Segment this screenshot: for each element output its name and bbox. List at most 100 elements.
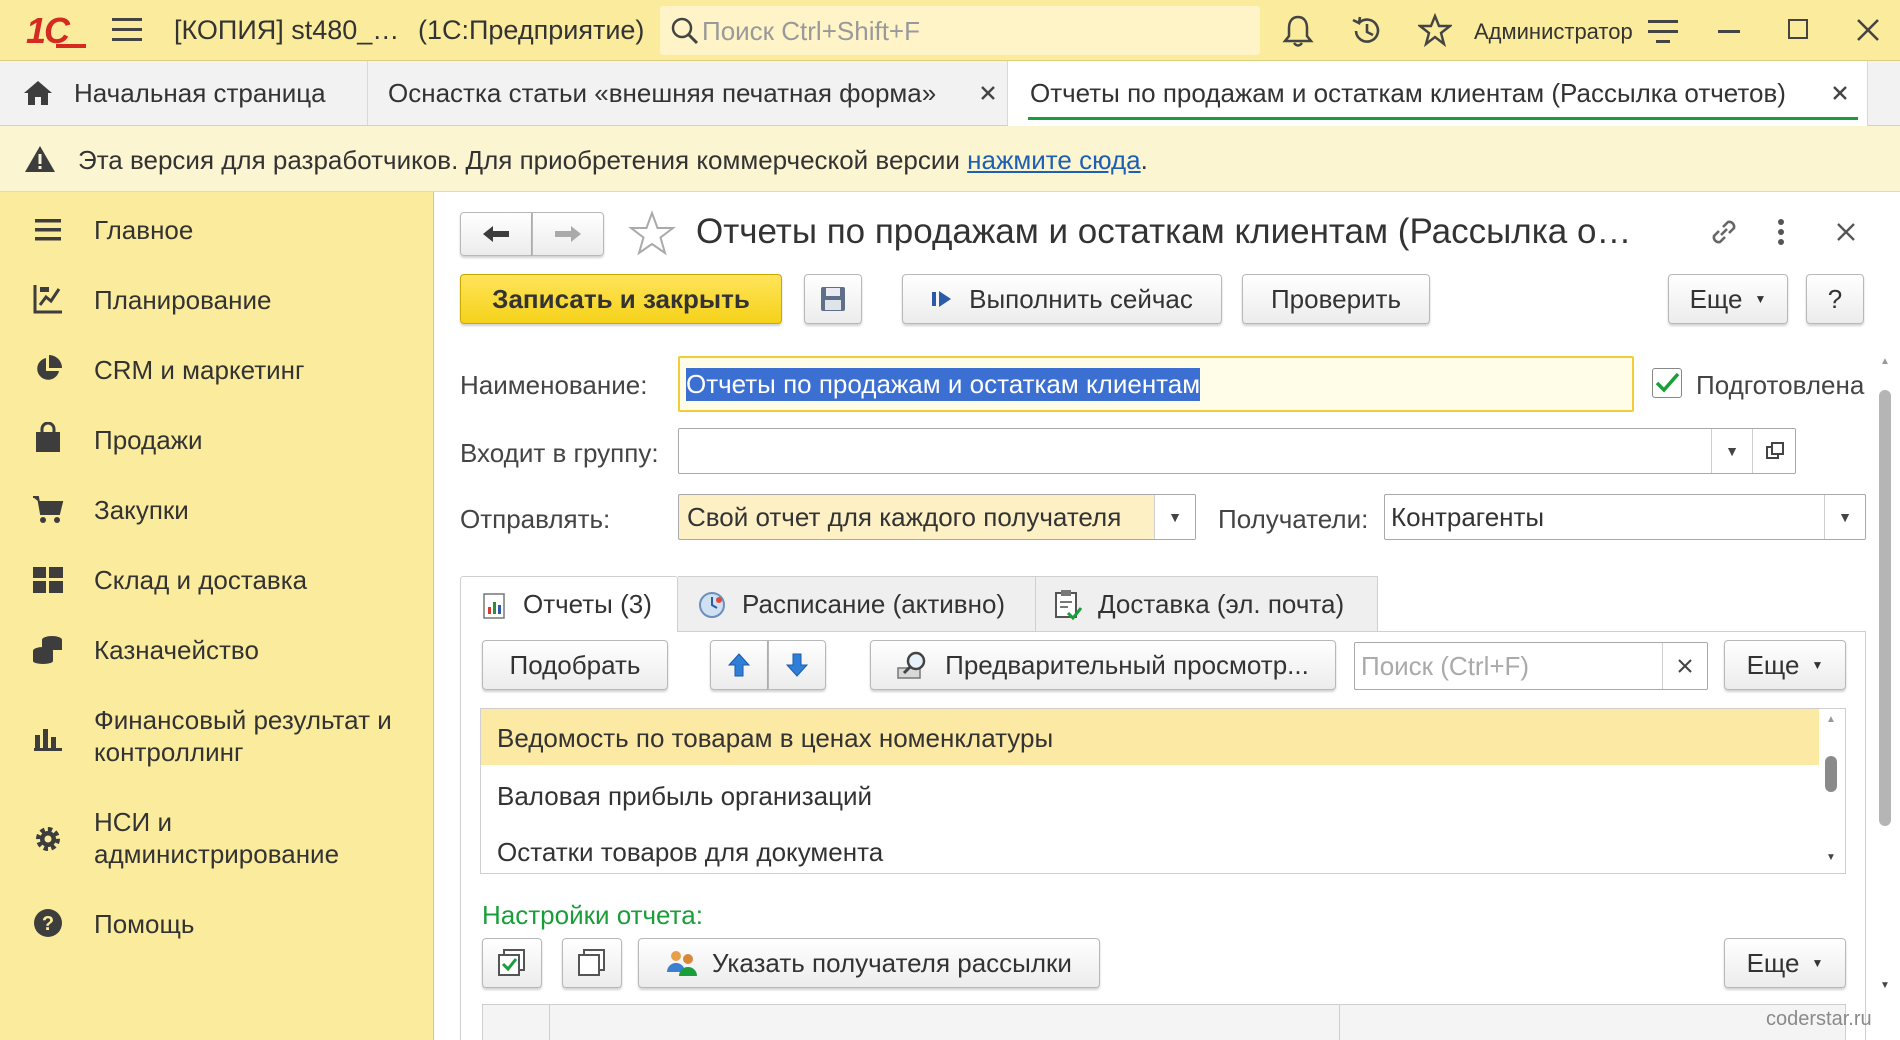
arrow-down-icon <box>786 653 808 677</box>
sidebar-item-treasury[interactable]: Казначейство <box>0 630 434 670</box>
settings-menu-icon[interactable] <box>1648 20 1678 46</box>
tab-home-label: Начальная страница <box>74 77 326 108</box>
sidebar-item-finance[interactable]: Финансовый результат и контроллинг <box>0 700 434 774</box>
sidebar-item-sales[interactable]: Продажи <box>0 420 434 460</box>
run-now-button[interactable]: Выполнить сейчас <box>902 274 1222 324</box>
name-input[interactable]: Отчеты по продажам и остаткам клиентам <box>678 356 1634 412</box>
sidebar-item-crm[interactable]: CRM и маркетинг <box>0 350 434 390</box>
tab-schedule-label: Расписание (активно) <box>742 589 1006 619</box>
menu-icon <box>30 210 66 251</box>
scroll-up-arrow-icon[interactable]: ▲ <box>1880 356 1890 367</box>
maximize-icon[interactable] <box>1788 19 1808 39</box>
tab-schedule[interactable]: Расписание (активно) <box>678 576 1036 632</box>
sidebar-item-admin[interactable]: НСИ и администрирование <box>0 802 434 876</box>
save-button[interactable] <box>804 274 862 324</box>
name-input-value: Отчеты по продажам и остаткам клиентам <box>686 367 1201 401</box>
scroll-thumb[interactable] <box>1879 390 1891 826</box>
scroll-thumb[interactable] <box>1825 756 1837 792</box>
prepared-label: Подготовлена <box>1696 370 1865 400</box>
scroll-down-arrow-icon[interactable]: ▼ <box>1826 852 1836 863</box>
back-button[interactable] <box>460 212 532 256</box>
banner-text-wrap: Эта версия для разработчиков. Для приобр… <box>78 145 1148 176</box>
global-search-input[interactable]: Поиск Ctrl+Shift+F <box>660 6 1260 55</box>
recipients-dropdown-button[interactable]: ▼ <box>1824 495 1865 539</box>
report-icon <box>483 593 505 619</box>
dropdown-arrow-icon: ▼ <box>1811 956 1824 970</box>
minimize-icon[interactable] <box>1718 30 1740 33</box>
title-bar: 1С [КОПИЯ] st480_… (1С:Предприятие) Поис… <box>0 0 1900 61</box>
scroll-up-arrow-icon[interactable]: ▲ <box>1826 714 1836 725</box>
bell-icon[interactable] <box>1282 14 1314 48</box>
settings-table-header <box>482 1004 1846 1040</box>
tab-article-tooling[interactable]: Оснастка статьи «внешняя печатная форма» <box>368 61 1008 125</box>
group-input[interactable]: ▼ <box>678 428 1796 474</box>
group-dropdown-button[interactable]: ▼ <box>1711 429 1753 473</box>
help-button[interactable]: ? <box>1806 274 1864 324</box>
send-label: Отправлять: <box>460 504 611 534</box>
tab-sales-reports[interactable]: Отчеты по продажам и остаткам клиентам (… <box>1008 61 1868 126</box>
reports-more-button[interactable]: Еще ▼ <box>1724 640 1846 690</box>
pick-button[interactable]: Подобрать <box>482 640 668 690</box>
planning-icon <box>30 279 66 322</box>
sidebar-item-help[interactable]: ? Помощь <box>0 904 434 944</box>
reports-search-input[interactable]: Поиск (Ctrl+F) <box>1354 642 1708 690</box>
sidebar-item-purchases[interactable]: Закупки <box>0 490 434 530</box>
preview-magnifier-icon <box>897 651 926 679</box>
prepared-checkbox[interactable] <box>1652 368 1682 398</box>
recipients-select[interactable]: Контрагенты ▼ <box>1384 494 1866 540</box>
hamburger-menu-icon[interactable] <box>112 18 142 42</box>
tab-reports[interactable]: Отчеты (3) <box>460 576 678 632</box>
list-item[interactable]: Валовая прибыль организаций <box>481 767 1819 823</box>
watermark: coderstar.ru <box>1766 1008 1872 1030</box>
form-scrollbar[interactable]: ▲ ▼ <box>1874 356 1896 1004</box>
sidebar-item-label: Помощь <box>94 909 195 939</box>
favorites-star-icon[interactable] <box>1418 13 1452 47</box>
favorite-star-icon[interactable] <box>628 210 676 258</box>
send-mode-dropdown-button[interactable]: ▼ <box>1154 495 1195 539</box>
close-form-icon[interactable] <box>1836 222 1856 242</box>
check-button[interactable]: Проверить <box>1242 274 1430 324</box>
close-tab-icon[interactable] <box>980 85 996 101</box>
tab-delivery[interactable]: Доставка (эл. почта) <box>1036 576 1378 632</box>
set-recipient-button[interactable]: Указать получателя рассылки <box>638 938 1100 988</box>
warehouse-icon <box>30 560 66 601</box>
report-name: Остатки товаров для документа <box>497 837 884 867</box>
close-window-icon[interactable] <box>1856 18 1880 42</box>
close-tab-icon[interactable] <box>1832 85 1848 101</box>
report-name: Валовая прибыль организаций <box>497 781 873 811</box>
group-label: Входит в группу: <box>460 438 659 468</box>
list-scrollbar[interactable]: ▲ ▼ <box>1820 712 1842 870</box>
move-up-button[interactable] <box>710 640 768 690</box>
home-icon <box>24 81 52 105</box>
list-item[interactable]: Остатки товаров для документа <box>481 825 1819 873</box>
list-item[interactable]: Ведомость по товарам в ценах номенклатур… <box>481 709 1819 765</box>
check-all-button[interactable] <box>482 938 542 988</box>
more-actions-button[interactable]: Еще ▼ <box>1668 274 1788 324</box>
sidebar-item-label-line1: Финансовый результат и <box>94 705 392 735</box>
sidebar-item-warehouse[interactable]: Склад и доставка <box>0 560 434 600</box>
sidebar-item-planning[interactable]: Планирование <box>0 280 434 320</box>
forward-button[interactable] <box>532 212 604 256</box>
send-mode-select[interactable]: Свой отчет для каждого получателя ▼ <box>678 494 1196 540</box>
scroll-down-arrow-icon[interactable]: ▼ <box>1880 980 1890 991</box>
link-icon[interactable] <box>1706 214 1742 250</box>
window-title: [КОПИЯ] st480_… <box>174 15 400 45</box>
logo-underline <box>56 44 86 48</box>
sidebar-item-label: НСИ и администрирование <box>94 806 339 870</box>
search-clear-button[interactable] <box>1662 643 1707 689</box>
dropdown-arrow-icon: ▼ <box>1754 292 1767 306</box>
tab-home[interactable]: Начальная страница <box>0 61 368 125</box>
more-vertical-icon[interactable] <box>1776 218 1786 248</box>
banner-link[interactable]: нажмите сюда <box>967 145 1140 175</box>
dropdown-arrow-icon: ▼ <box>1838 509 1852 525</box>
preview-button[interactable]: Предварительный просмотр... <box>870 640 1336 690</box>
move-down-button[interactable] <box>768 640 826 690</box>
group-open-button[interactable] <box>1755 429 1795 473</box>
sidebar-item-main[interactable]: Главное <box>0 210 434 250</box>
settings-more-button[interactable]: Еще ▼ <box>1724 938 1846 988</box>
save-and-close-button[interactable]: Записать и закрыть <box>460 274 782 324</box>
uncheck-all-button[interactable] <box>562 938 622 988</box>
active-tab-joint <box>461 630 677 633</box>
history-icon[interactable] <box>1350 14 1384 48</box>
user-name[interactable]: Администратор <box>1474 19 1633 45</box>
